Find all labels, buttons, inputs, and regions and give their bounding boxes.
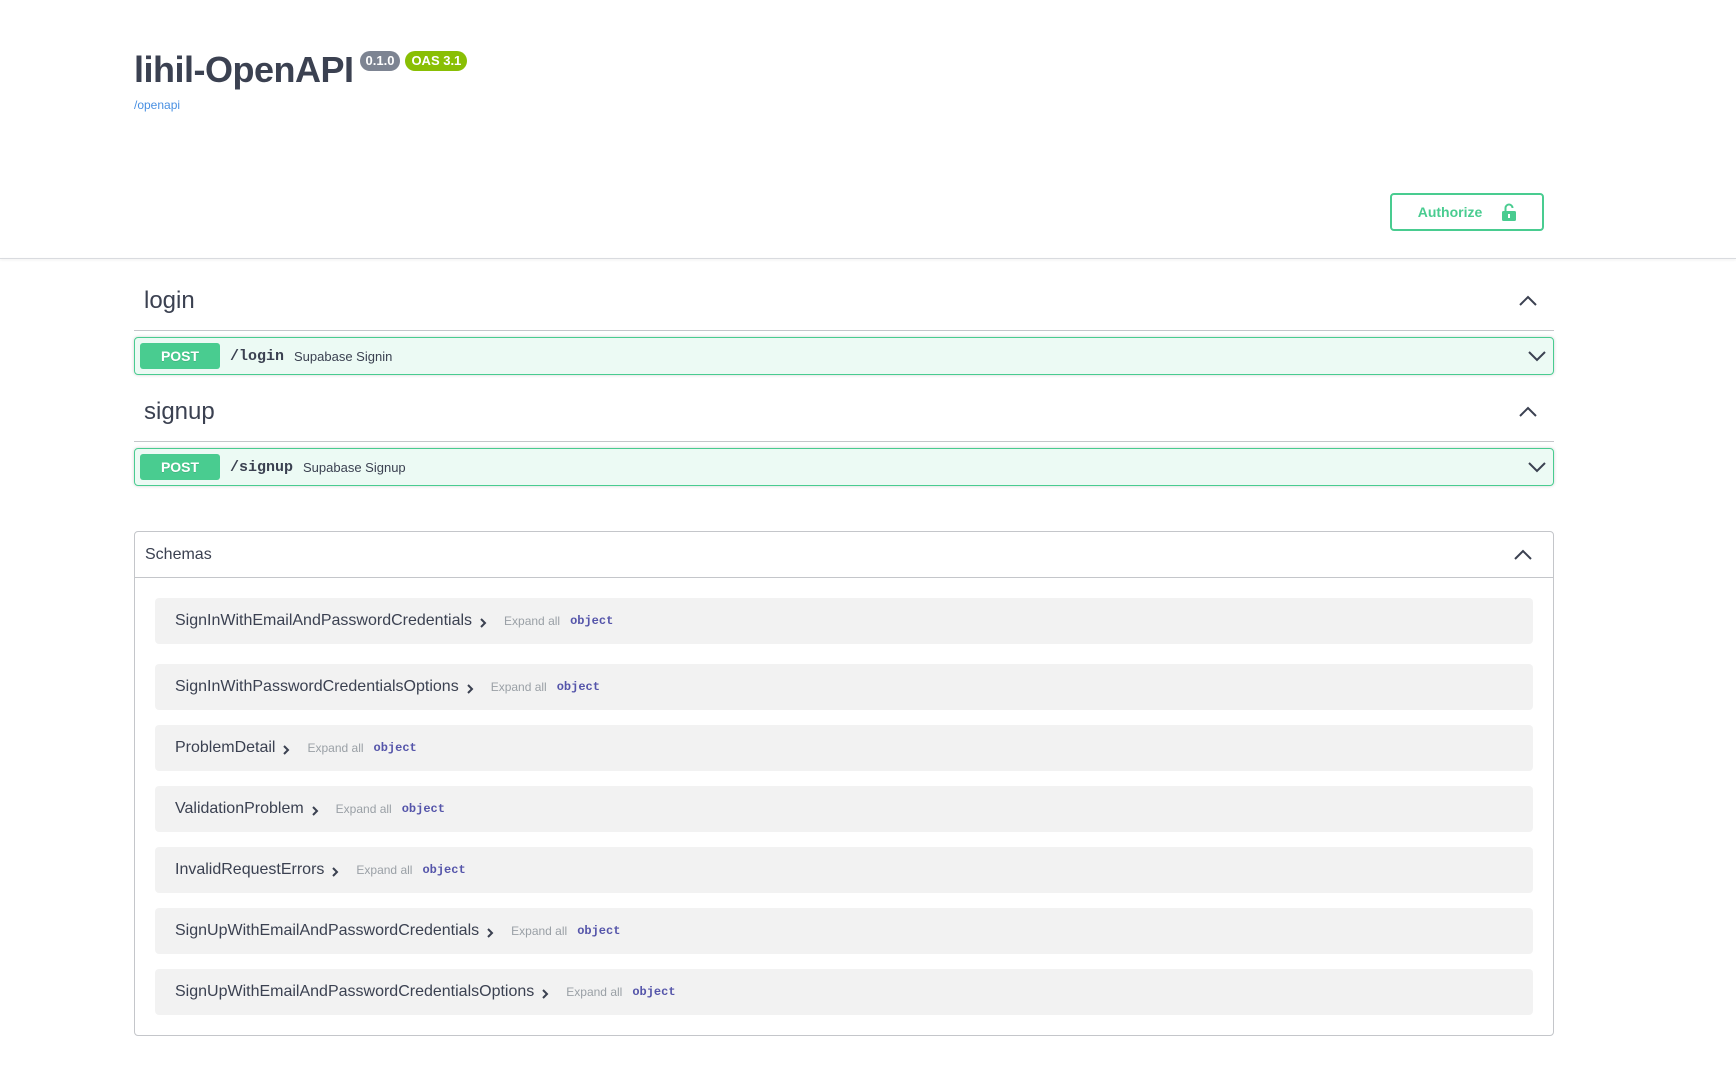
schema-name: SignUpWithEmailAndPasswordCredentialsOpt… — [175, 983, 535, 1000]
tag-header-login[interactable]: login — [134, 272, 1554, 331]
oas-version-badge: OAS 3.1 — [405, 51, 468, 71]
expand-all-link[interactable]: Expand all — [336, 802, 392, 816]
openapi-spec-link[interactable]: /openapi — [134, 98, 467, 112]
expand-all-link[interactable]: Expand all — [566, 985, 622, 999]
expand-all-link[interactable]: Expand all — [511, 924, 567, 938]
tag-name: signup — [144, 398, 215, 425]
schemas-header[interactable]: Schemas — [135, 532, 1553, 578]
chevron-right-icon[interactable] — [478, 617, 488, 629]
chevron-down-icon[interactable] — [1527, 457, 1547, 477]
api-title: lihil-OpenAPI — [134, 49, 354, 90]
chevron-right-icon[interactable] — [540, 988, 550, 1000]
method-badge: POST — [140, 454, 220, 480]
chevron-right-icon[interactable] — [281, 744, 291, 756]
swagger-ui: lihil-OpenAPI 0.1.0 OAS 3.1 /openapi Aut… — [0, 0, 1736, 1078]
tag-header-signup[interactable]: signup — [134, 383, 1554, 442]
schema-name: InvalidRequestErrors — [175, 861, 325, 878]
schema-row[interactable]: InvalidRequestErrors Expand all object — [155, 847, 1533, 893]
chevron-up-icon[interactable] — [1518, 402, 1538, 422]
api-info: lihil-OpenAPI 0.1.0 OAS 3.1 /openapi — [134, 48, 468, 112]
expand-all-link[interactable]: Expand all — [307, 741, 363, 755]
method-badge: POST — [140, 343, 220, 369]
chevron-down-icon[interactable] — [1527, 346, 1547, 366]
operation-path: /signup — [230, 458, 294, 476]
schema-row[interactable]: SignInWithPasswordCredentialsOptions Exp… — [155, 664, 1533, 710]
chevron-up-icon[interactable] — [1513, 545, 1533, 565]
chevron-up-icon[interactable] — [1518, 291, 1538, 311]
schemas-title: Schemas — [145, 545, 212, 563]
expand-all-link[interactable]: Expand all — [504, 614, 560, 628]
schema-type: object — [570, 614, 614, 628]
schema-type: object — [401, 802, 445, 816]
schema-row[interactable]: SignUpWithEmailAndPasswordCredentials Ex… — [155, 908, 1533, 954]
schema-name: SignUpWithEmailAndPasswordCredentials — [175, 922, 480, 939]
schema-type: object — [632, 985, 676, 999]
chevron-right-icon[interactable] — [330, 866, 340, 878]
operation-summary: Supabase Signin — [294, 348, 393, 364]
tag-name: login — [144, 287, 195, 314]
schema-type: object — [373, 741, 417, 755]
schema-row[interactable]: SignInWithEmailAndPasswordCredentials Ex… — [155, 598, 1533, 644]
tag-section-login: login POST /login Supabase Signin — [134, 272, 1554, 375]
expand-all-link[interactable]: Expand all — [491, 680, 547, 694]
title-row: lihil-OpenAPI 0.1.0 OAS 3.1 — [134, 48, 468, 92]
scheme-container-divider — [0, 258, 1736, 259]
authorize-button[interactable]: Authorize — [1390, 193, 1544, 231]
opblock-post-login[interactable]: POST /login Supabase Signin — [134, 337, 1554, 375]
chevron-right-icon[interactable] — [465, 683, 475, 695]
opblock-post-signup[interactable]: POST /signup Supabase Signup — [134, 448, 1554, 486]
schema-row[interactable]: SignUpWithEmailAndPasswordCredentialsOpt… — [155, 969, 1533, 1015]
schemas-section: Schemas SignInWithEmailAndPasswordCreden… — [134, 531, 1554, 1036]
schema-name: ValidationProblem — [175, 800, 304, 817]
chevron-right-icon[interactable] — [485, 927, 495, 939]
operation-path: /login — [230, 347, 285, 365]
schema-type: object — [556, 680, 600, 694]
schema-name: ProblemDetail — [175, 739, 276, 756]
operation-summary: Supabase Signup — [303, 459, 406, 475]
authorize-label: Authorize — [1417, 204, 1483, 220]
schema-name: SignInWithPasswordCredentialsOptions — [175, 678, 459, 695]
schema-name: SignInWithEmailAndPasswordCredentials — [175, 612, 473, 629]
schema-type: object — [577, 924, 621, 938]
version-badge: 0.1.0 — [359, 51, 401, 71]
schema-type: object — [422, 863, 466, 877]
expand-all-link[interactable]: Expand all — [356, 863, 412, 877]
schema-row[interactable]: ValidationProblem Expand all object — [155, 786, 1533, 832]
chevron-right-icon[interactable] — [310, 805, 320, 817]
unlocked-icon — [1502, 203, 1517, 221]
tag-section-signup: signup POST /signup Supabase Signup — [134, 383, 1554, 486]
schema-row[interactable]: ProblemDetail Expand all object — [155, 725, 1533, 771]
